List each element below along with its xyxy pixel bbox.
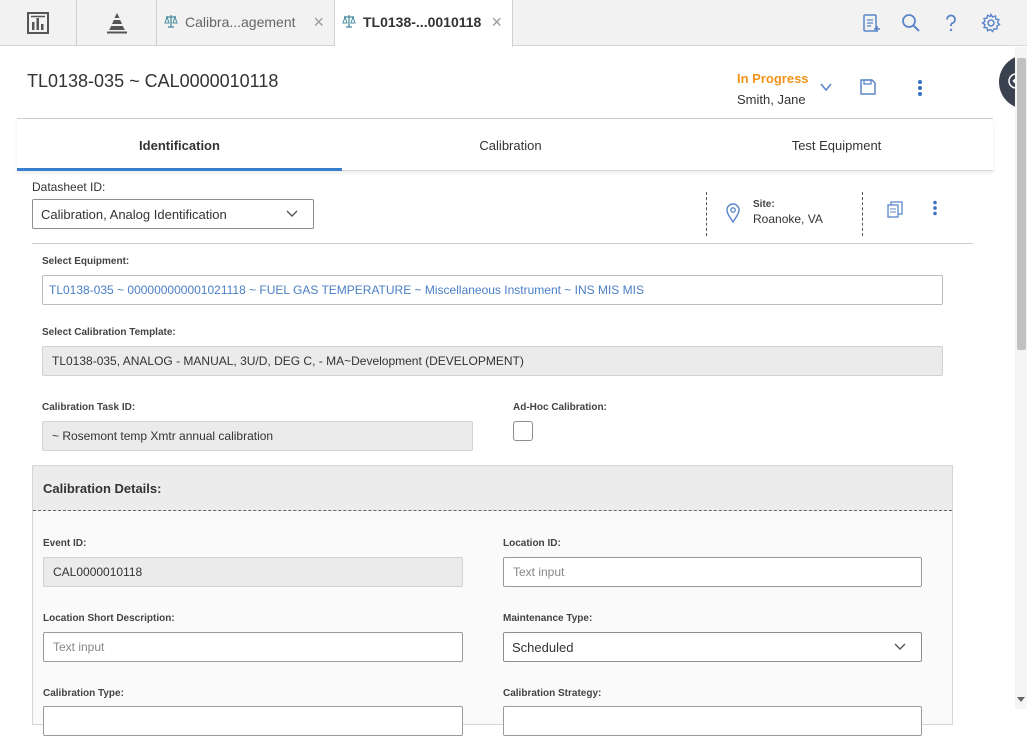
event-id-field: CAL0000010118 [43,557,463,587]
tab-identification[interactable]: Identification [17,120,342,171]
active-tab-indicator [17,168,342,171]
event-id-label: Event ID: [43,538,87,549]
tab-calibration-management[interactable]: Calibra...agement × [157,0,335,46]
more-vertical-icon[interactable] [916,79,924,102]
scale-icon [164,14,178,31]
scroll-down-icon[interactable] [1017,697,1025,702]
task-id-label: Calibration Task ID: [42,402,136,413]
calibration-strategy-label: Calibration Strategy: [503,688,602,699]
calibration-type-select[interactable] [43,706,463,736]
adhoc-checkbox[interactable] [513,421,533,441]
location-id-input[interactable]: Text input [503,557,922,587]
adhoc-label: Ad-Hoc Calibration: [513,402,607,413]
chevron-down-icon [285,208,299,223]
panel-header: Calibration Details: [33,466,952,511]
section-tabs: Identification Calibration Test Equipmen… [17,120,993,171]
maintenance-type-label: Maintenance Type: [503,613,593,624]
location-pin-icon [725,203,741,228]
dashboard-button[interactable] [0,0,77,46]
tab-calibration-record[interactable]: TL0138-...0010118 × [335,0,513,47]
bar-chart-icon [27,12,49,34]
owner-name: Smith, Jane [737,92,806,107]
save-icon[interactable] [859,78,877,101]
scale-icon [342,14,356,31]
maintenance-type-select[interactable]: Scheduled [503,632,922,662]
location-short-input[interactable]: Text input [43,632,463,662]
close-icon[interactable]: × [491,12,502,33]
page-title: TL0138-035 ~ CAL0000010118 [27,71,279,91]
gear-icon[interactable] [979,11,1003,35]
pyramid-icon [106,13,127,34]
task-id-field: ~ Rosemont temp Xmtr annual calibration [42,421,473,451]
datasheet-select[interactable]: Calibration, Analog Identification [32,199,314,229]
top-bar: Calibra...agement × TL0138-...0010118 × [0,0,1027,47]
scrollbar-thumb[interactable] [1017,58,1026,350]
divider [862,192,863,236]
divider [32,243,973,244]
location-id-label: Location ID: [503,538,561,549]
close-icon[interactable]: × [313,12,324,33]
select-template-label: Select Calibration Template: [42,327,176,338]
copy-document-icon[interactable] [887,201,903,223]
calibration-strategy-select[interactable] [503,706,922,736]
calibration-details-panel: Calibration Details: [32,465,953,725]
tab-label: Calibra...agement [185,14,296,30]
hierarchy-button[interactable] [77,0,157,46]
select-equipment-label: Select Equipment: [42,256,130,267]
select-equipment-field[interactable]: TL0138-035 ~ 000000000001021118 ~ FUEL G… [42,275,943,305]
datasheet-label: Datasheet ID: [32,180,106,194]
tab-label: TL0138-...0010118 [363,14,482,30]
select-template-field: TL0138-035, ANALOG - MANUAL, 3U/D, DEG C… [42,346,943,376]
calibration-type-label: Calibration Type: [43,688,124,699]
panel-title: Calibration Details: [43,481,162,496]
more-vertical-icon[interactable] [931,200,939,221]
header-divider [17,118,993,119]
site-label: Site: [753,199,775,210]
location-short-label: Location Short Description: [43,613,175,624]
chevron-down-icon[interactable] [818,79,834,100]
clipboard-add-icon[interactable] [859,11,883,35]
divider [706,192,707,236]
tab-test-equipment[interactable]: Test Equipment [674,120,999,171]
maintenance-type-value: Scheduled [512,639,574,655]
datasheet-value: Calibration, Analog Identification [41,206,227,222]
status-label: In Progress [737,71,809,86]
chevron-down-icon [893,641,907,656]
tab-calibration[interactable]: Calibration [342,120,679,171]
site-value: Roanoke, VA [753,212,823,226]
help-icon[interactable] [939,11,963,35]
search-icon[interactable] [899,11,923,35]
